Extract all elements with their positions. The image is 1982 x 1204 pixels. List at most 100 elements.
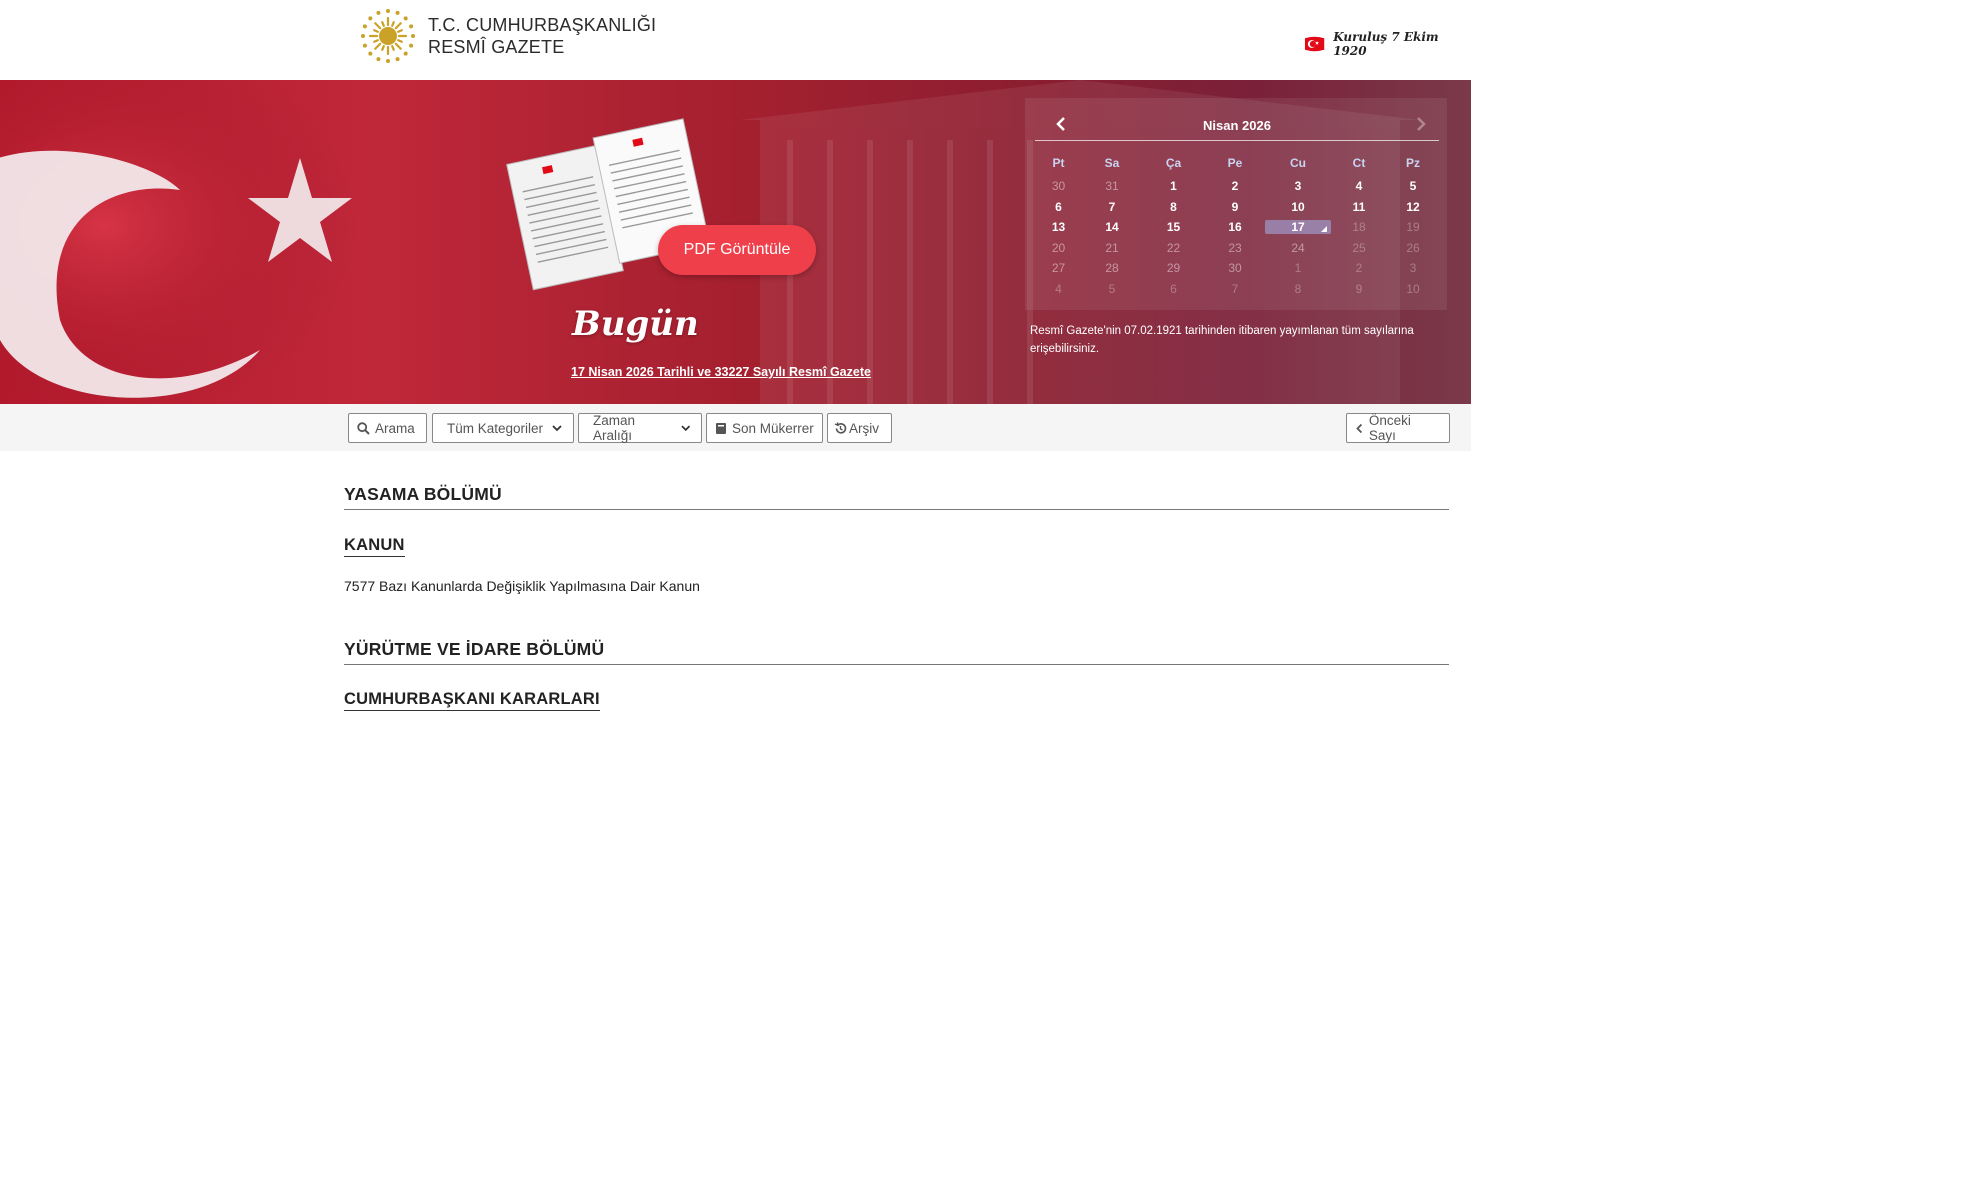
brand-title: T.C. CUMHURBAŞKANLIĞI bbox=[428, 15, 657, 35]
calendar-widget: Nisan 2026 Pt Sa Ça Pe Cu Ct Pz 30 31 1 … bbox=[1025, 98, 1447, 310]
recent-mukerrer-label: Son Mükerrer bbox=[732, 420, 814, 436]
calendar-day: 8 bbox=[1294, 281, 1302, 296]
calendar-day: 18 bbox=[1352, 220, 1366, 235]
archive-button-label: Arşiv bbox=[849, 420, 879, 436]
calendar-day[interactable]: 8 bbox=[1142, 200, 1205, 214]
calendar-day[interactable]: 31 bbox=[1082, 179, 1142, 193]
calendar-day[interactable]: 11 bbox=[1331, 200, 1387, 214]
category-select[interactable]: Tüm Kategoriler bbox=[432, 413, 574, 443]
page: T.C. CUMHURBAŞKANLIĞI RESMÎ GAZETE Kurul… bbox=[0, 0, 1982, 1204]
search-icon bbox=[357, 421, 370, 435]
section-title-yurutme: YÜRÜTME VE İDARE BÖLÜMÜ bbox=[344, 639, 1449, 665]
calendar-day: 2 bbox=[1355, 261, 1363, 276]
chevron-down-icon bbox=[680, 425, 690, 432]
weekday-label: Pe bbox=[1227, 156, 1243, 170]
previous-issue-button[interactable]: Önceki Sayı bbox=[1346, 413, 1450, 443]
calendar-day[interactable]: 12 bbox=[1387, 200, 1439, 214]
founded-text: Kuruluş 7 Ekim 1920 bbox=[1333, 30, 1439, 58]
calendar-day[interactable]: 9 bbox=[1205, 200, 1265, 214]
calendar-day: 29 bbox=[1166, 261, 1181, 276]
today-gazette-link[interactable]: 17 Nisan 2026 Tarihli ve 33227 Sayılı Re… bbox=[571, 365, 871, 379]
chevron-left-icon bbox=[1356, 423, 1363, 433]
gazette-item-link[interactable]: 7577 Bazı Kanunlarda Değişiklik Yapılmas… bbox=[344, 578, 700, 594]
calendar-day: 23 bbox=[1228, 240, 1242, 255]
calendar-day: 6 bbox=[1170, 281, 1177, 296]
calendar-day[interactable]: 2 bbox=[1205, 179, 1265, 193]
calendar-week-row: 27 28 29 30 1 2 3 bbox=[1035, 258, 1439, 279]
turkish-flag-icon bbox=[1304, 36, 1325, 52]
calendar-day: 10 bbox=[1406, 281, 1420, 296]
calendar-day[interactable]: 10 bbox=[1265, 200, 1331, 214]
calendar-month-label: Nisan 2026 bbox=[1203, 118, 1271, 133]
subsection-title-kanun: KANUN bbox=[344, 536, 405, 557]
date-range-select-value: Zaman Aralığı bbox=[593, 413, 636, 443]
category-select-value: Tüm Kategoriler bbox=[447, 420, 544, 436]
pdf-view-button[interactable]: PDF Görüntüle bbox=[658, 225, 816, 275]
calendar-day-label: 17 bbox=[1291, 220, 1305, 235]
chevron-right-icon bbox=[1417, 117, 1426, 131]
calendar-day[interactable]: 7 bbox=[1082, 200, 1142, 214]
weekday-label: Pz bbox=[1405, 156, 1420, 170]
search-button-label: Arama bbox=[375, 420, 415, 436]
selected-corner-icon bbox=[1321, 226, 1327, 233]
calendar-day[interactable]: 5 bbox=[1387, 179, 1439, 193]
date-range-select[interactable]: Zaman Aralığı bbox=[578, 413, 702, 443]
calendar-day: 21 bbox=[1105, 240, 1119, 255]
calendar-header: Nisan 2026 bbox=[1035, 110, 1439, 141]
calendar-day: 9 bbox=[1355, 281, 1363, 296]
weekday-label: Ça bbox=[1165, 156, 1182, 170]
today-title: Bugün bbox=[572, 304, 699, 344]
calendar-grid: Pt Sa Ça Pe Cu Ct Pz 30 31 1 2 3 4 5 6 7… bbox=[1035, 150, 1439, 299]
top-header: T.C. CUMHURBAŞKANLIĞI RESMÎ GAZETE Kurul… bbox=[0, 0, 1471, 80]
hero-banner: PDF Görüntüle Bugün 17 Nisan 2026 Tarihl… bbox=[0, 80, 1471, 404]
calendar-day: 20 bbox=[1051, 240, 1066, 255]
calendar-day: 26 bbox=[1406, 240, 1420, 255]
weekday-label: Cu bbox=[1290, 156, 1306, 170]
toolbar: Arama Tüm Kategoriler Zaman Aralığı Son … bbox=[0, 404, 1471, 451]
calendar-week-row: 20 21 22 23 24 25 26 bbox=[1035, 238, 1439, 259]
calendar-week-row: 30 31 1 2 3 4 5 bbox=[1035, 176, 1439, 197]
calendar-day[interactable]: 30 bbox=[1035, 179, 1082, 193]
calendar-day: 28 bbox=[1105, 261, 1119, 276]
calendar-day: 24 bbox=[1291, 240, 1305, 255]
site-logo[interactable]: T.C. CUMHURBAŞKANLIĞI RESMÎ GAZETE bbox=[358, 6, 656, 66]
calendar-day: 5 bbox=[1108, 281, 1116, 296]
archive-note: Resmî Gazete'nin 07.02.1921 tarihinden i… bbox=[1030, 325, 1414, 355]
calendar-day[interactable]: 16 bbox=[1205, 220, 1265, 234]
brand-subtitle: RESMÎ GAZETE bbox=[428, 37, 565, 57]
calendar-day[interactable]: 6 bbox=[1035, 200, 1082, 214]
calendar-day[interactable]: 14 bbox=[1082, 220, 1142, 234]
history-icon bbox=[834, 421, 847, 434]
calendar-week-row: 4 5 6 7 8 9 10 bbox=[1035, 279, 1439, 300]
calendar-day[interactable]: 3 bbox=[1265, 179, 1331, 193]
book-icon bbox=[716, 422, 726, 434]
section-title-yasama: YASAMA BÖLÜMÜ bbox=[344, 484, 1449, 510]
calendar-day: 3 bbox=[1409, 261, 1417, 276]
weekday-label: Sa bbox=[1104, 156, 1120, 170]
calendar-day: 22 bbox=[1166, 240, 1181, 255]
calendar-day: 27 bbox=[1051, 261, 1066, 276]
subsection-title-cumhurbaskani-kararlari: CUMHURBAŞKANI KARARLARI bbox=[344, 690, 600, 711]
chevron-down-icon bbox=[552, 425, 562, 432]
weekday-label: Ct bbox=[1352, 156, 1366, 170]
calendar-day[interactable]: 13 bbox=[1035, 220, 1082, 234]
presidential-emblem-icon bbox=[361, 9, 415, 63]
calendar-week-row: 13 14 15 16 17 18 19 bbox=[1035, 217, 1439, 238]
calendar-week-row: 6 7 8 9 10 11 12 bbox=[1035, 197, 1439, 218]
archive-button[interactable]: Arşiv bbox=[827, 413, 892, 443]
search-button[interactable]: Arama bbox=[348, 413, 427, 443]
founded-badge: Kuruluş 7 Ekim 1920 bbox=[1304, 30, 1471, 58]
calendar-next-month-button[interactable] bbox=[1409, 112, 1433, 136]
weekday-label: Pt bbox=[1052, 156, 1065, 170]
calendar-weekday-row: Pt Sa Ça Pe Cu Ct Pz bbox=[1035, 150, 1439, 176]
calendar-day: 30 bbox=[1228, 261, 1242, 276]
calendar-day[interactable]: 15 bbox=[1142, 220, 1205, 234]
recent-mukerrer-button[interactable]: Son Mükerrer bbox=[706, 413, 823, 443]
calendar-day-selected[interactable]: 17 bbox=[1265, 220, 1331, 235]
calendar-day[interactable]: 4 bbox=[1331, 179, 1387, 193]
calendar-day: 7 bbox=[1231, 281, 1239, 296]
calendar-day: 25 bbox=[1352, 240, 1366, 255]
calendar-day[interactable]: 1 bbox=[1142, 179, 1205, 193]
calendar-day: 4 bbox=[1055, 281, 1062, 296]
calendar-day: 19 bbox=[1406, 220, 1420, 235]
